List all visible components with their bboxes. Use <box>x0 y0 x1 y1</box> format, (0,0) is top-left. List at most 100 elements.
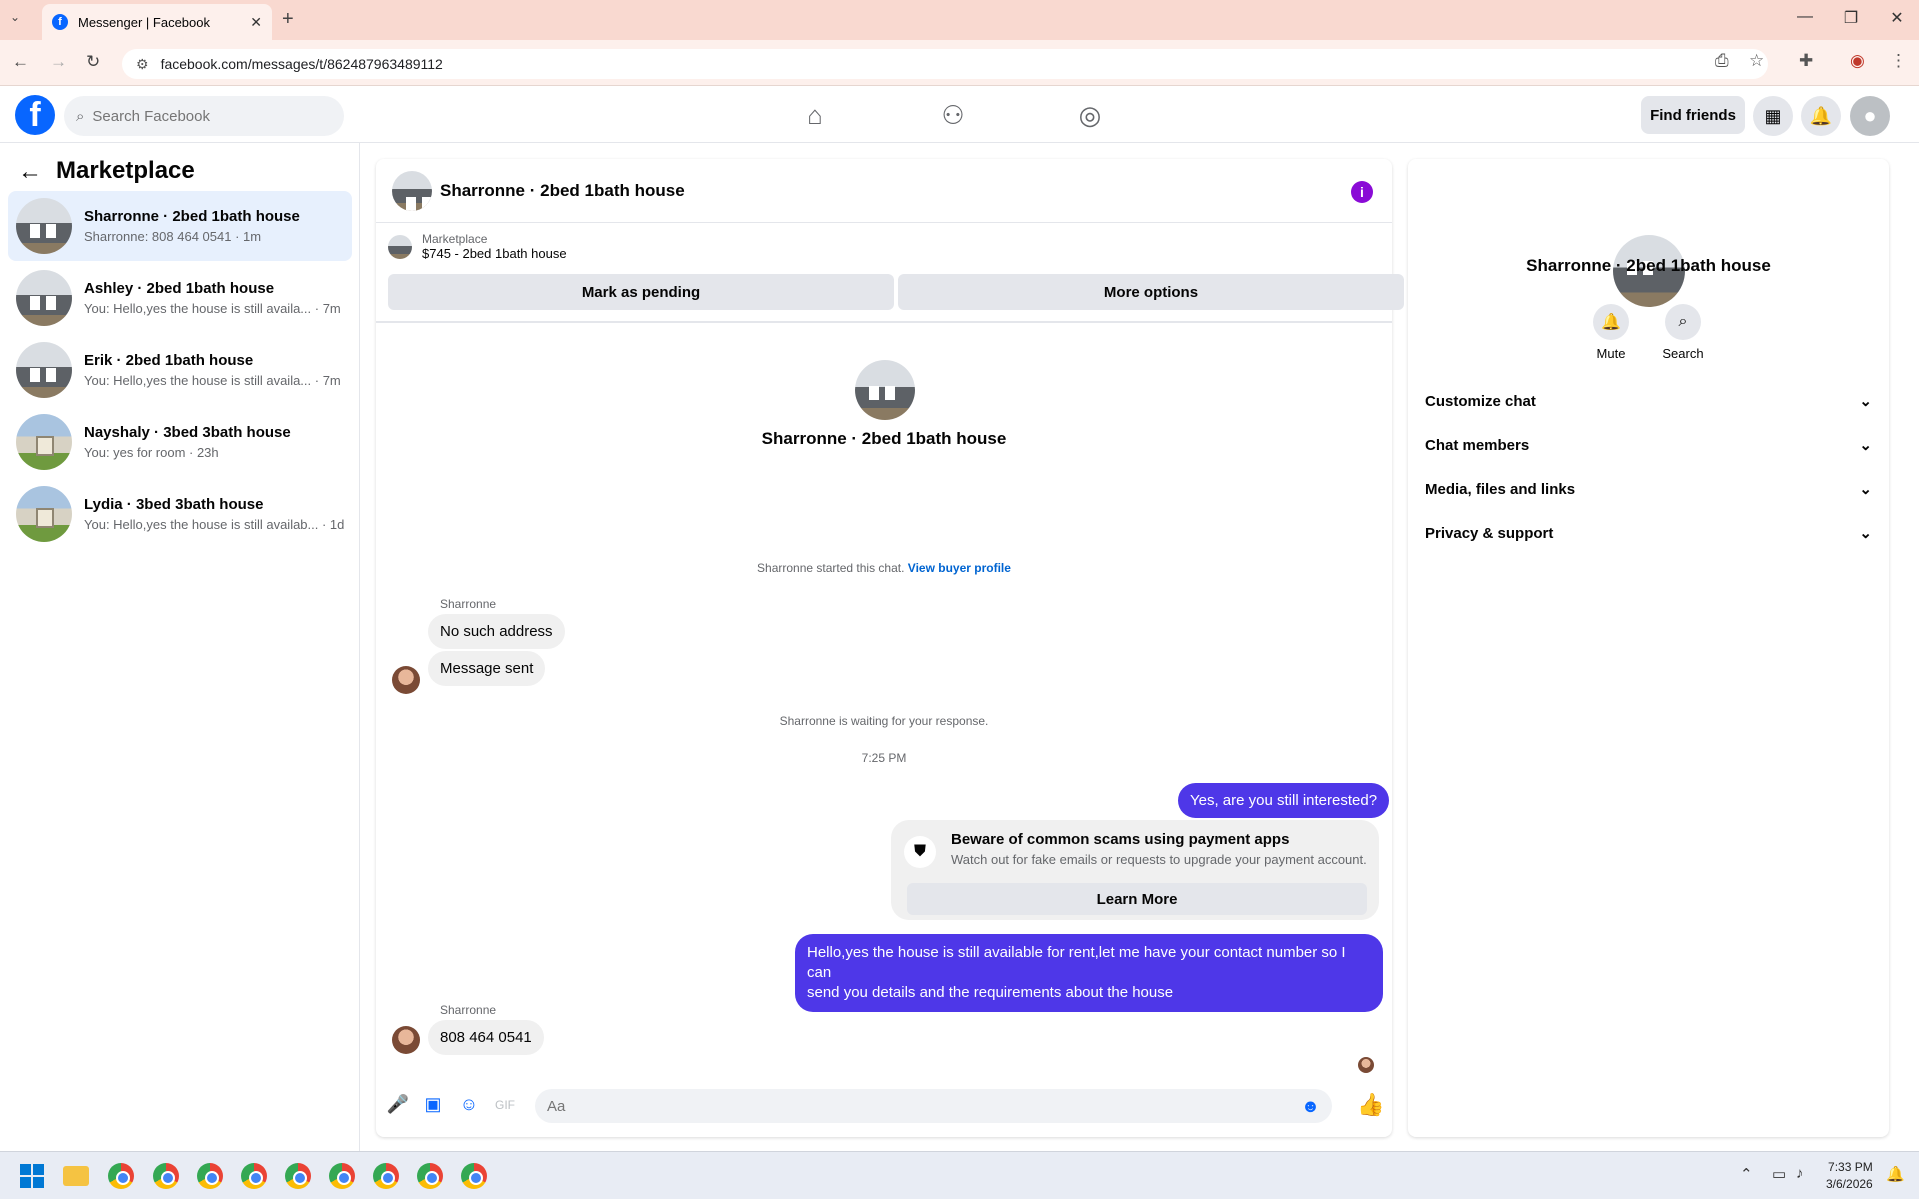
conversation-item[interactable]: Ashley · 2bed 1bath house You: Hello,yes … <box>8 263 352 333</box>
clock-time: 7:33 PM <box>1828 1160 1873 1174</box>
close-tab-icon[interactable]: ✕ <box>250 14 262 31</box>
listing-label: Marketplace <box>422 232 488 246</box>
conversation-item[interactable]: Lydia · 3bed 3bath house You: Hello,yes t… <box>8 479 352 549</box>
photo-icon[interactable]: ▣ <box>421 1094 445 1115</box>
media-files-links-section[interactable]: Media, files and links ⌄ <box>1412 469 1885 509</box>
conversation-item[interactable]: Nayshaly · 3bed 3bath house You: yes for … <box>8 407 352 477</box>
sender-name: Sharronne <box>440 597 497 611</box>
extensions-icon[interactable]: ✚ <box>1799 51 1813 71</box>
section-label: Chat members <box>1425 436 1530 454</box>
groups-icon[interactable]: ◎ <box>1070 100 1110 131</box>
chrome-icon[interactable] <box>373 1163 399 1189</box>
search-input[interactable] <box>92 107 313 125</box>
customize-chat-section[interactable]: Customize chat ⌄ <box>1412 381 1885 421</box>
message-input[interactable] <box>547 1097 1302 1115</box>
chat-thumbnail[interactable] <box>392 170 432 211</box>
install-app-icon[interactable]: ⎙ <box>1715 51 1729 71</box>
chrome-icon[interactable] <box>197 1163 223 1189</box>
chat-started-text: Sharronne started this chat. <box>757 561 905 575</box>
sender-avatar[interactable] <box>392 1026 420 1054</box>
file-explorer-icon[interactable] <box>63 1166 89 1186</box>
chevron-down-icon: ⌄ <box>1859 481 1872 498</box>
conversation-info-icon[interactable]: i <box>1351 181 1373 203</box>
restore-icon[interactable]: ❐ <box>1831 8 1871 28</box>
listing-summary[interactable]: Marketplace $745 - 2bed 1bath house <box>388 232 567 261</box>
tray-chevron-icon[interactable]: ⌃ <box>1740 1165 1753 1183</box>
tab-list-chevron-icon[interactable]: ⌄ <box>10 10 20 24</box>
section-label: Customize chat <box>1425 392 1536 410</box>
chrome-icon[interactable] <box>461 1163 487 1189</box>
browser-tab-messenger[interactable]: f Messenger | Facebook ✕ <box>42 4 272 40</box>
chat-title[interactable]: Sharronne · 2bed 1bath house <box>440 181 685 201</box>
incoming-message[interactable]: No such address <box>428 614 565 649</box>
shield-icon: ⛊ <box>904 836 936 868</box>
facebook-logo-icon[interactable]: f <box>15 95 55 135</box>
facebook-search[interactable]: ⌕ <box>64 96 344 136</box>
minimize-icon[interactable]: — <box>1785 8 1825 26</box>
chrome-icon[interactable] <box>417 1163 443 1189</box>
gif-icon[interactable]: GIF <box>493 1098 517 1112</box>
account-avatar[interactable]: ● <box>1850 96 1890 136</box>
friends-icon[interactable]: ⚇ <box>933 100 973 131</box>
notification-bell-icon[interactable]: 🔔 <box>1886 1165 1905 1183</box>
sender-avatar[interactable] <box>392 666 420 694</box>
chrome-icon[interactable] <box>241 1163 267 1189</box>
browser-menu-icon[interactable]: ⋮ <box>1890 51 1907 71</box>
chrome-icon[interactable] <box>285 1163 311 1189</box>
chrome-icon[interactable] <box>108 1163 134 1189</box>
find-friends-button[interactable]: Find friends <box>1641 96 1745 134</box>
chevron-down-icon: ⌄ <box>1859 437 1872 454</box>
incoming-message[interactable]: 808 464 0541 <box>428 1020 544 1055</box>
chrome-icon[interactable] <box>329 1163 355 1189</box>
tab-title: Messenger | Facebook <box>78 14 210 30</box>
search-icon: ⌕ <box>1665 304 1701 340</box>
volume-icon[interactable]: ♪ <box>1796 1165 1804 1182</box>
mute-action[interactable]: 🔔 Mute <box>1571 304 1651 361</box>
privacy-support-section[interactable]: Privacy & support ⌄ <box>1412 513 1885 553</box>
profile-icon[interactable]: ◉ <box>1850 51 1865 71</box>
chevron-down-icon: ⌄ <box>1859 393 1872 410</box>
back-arrow-icon[interactable]: ← <box>18 158 42 186</box>
clock-date: 3/6/2026 <box>1826 1177 1873 1191</box>
new-tab-plus-icon[interactable]: + <box>282 8 294 31</box>
close-window-icon[interactable]: ✕ <box>1877 8 1917 28</box>
emoji-icon[interactable]: ☻ <box>1301 1096 1320 1117</box>
microphone-icon[interactable]: 🎤 <box>386 1094 410 1115</box>
outgoing-message[interactable]: Hello,yes the house is still available f… <box>795 934 1383 1012</box>
learn-more-button[interactable]: Learn More <box>907 883 1367 915</box>
conversation-name: Sharronne · 2bed 1bath house <box>84 208 300 225</box>
chrome-icon[interactable] <box>153 1163 179 1189</box>
mark-as-pending-button[interactable]: Mark as pending <box>388 274 894 310</box>
section-label: Privacy & support <box>1425 524 1554 542</box>
notifications-bell-icon[interactable]: 🔔 <box>1801 96 1841 136</box>
taskbar-clock[interactable]: 7:33 PM 3/6/2026 <box>1826 1159 1873 1193</box>
thumbs-up-icon[interactable]: 👍 <box>1357 1092 1384 1118</box>
chat-header: Sharronne · 2bed 1bath house <box>376 159 1392 223</box>
menu-grid-icon[interactable]: ▦ <box>1753 96 1793 136</box>
search-label: Search <box>1662 346 1704 361</box>
conversation-name: Ashley · 2bed 1bath house <box>84 280 275 297</box>
conversation-name: Lydia · 3bed 3bath house <box>84 496 264 513</box>
outgoing-message[interactable]: Yes, are you still interested? <box>1178 783 1390 818</box>
network-icon[interactable]: ▭ <box>1772 1165 1786 1183</box>
sticker-icon[interactable]: ☺ <box>457 1094 481 1115</box>
chat-members-section[interactable]: Chat members ⌄ <box>1412 425 1885 465</box>
conversation-item[interactable]: Erik · 2bed 1bath house You: Hello,yes th… <box>8 335 352 405</box>
search-action[interactable]: ⌕ Search <box>1643 304 1723 361</box>
more-options-button[interactable]: More options <box>898 274 1404 310</box>
warning-subtitle: Watch out for fake emails or requests to… <box>951 852 1367 867</box>
back-icon[interactable]: ← <box>12 52 29 72</box>
address-bar[interactable]: ⚙ facebook.com/messages/t/86248796348911… <box>122 49 1768 79</box>
timestamp: 7:25 PM <box>861 751 907 765</box>
conversation-item[interactable]: Sharronne · 2bed 1bath house Sharronne: 8… <box>8 191 352 261</box>
bookmark-star-icon[interactable]: ☆ <box>1749 51 1764 71</box>
view-buyer-profile-link[interactable]: View buyer profile <box>908 561 1011 575</box>
forward-icon[interactable]: → <box>50 52 67 72</box>
home-icon[interactable]: ⌂ <box>795 100 835 131</box>
chat-intro-name: Sharronne · 2bed 1bath house <box>761 429 1007 448</box>
incoming-message[interactable]: Message sent <box>428 651 546 686</box>
reload-icon[interactable]: ↻ <box>86 52 100 72</box>
site-info-icon[interactable]: ⚙ <box>136 56 149 73</box>
message-composer[interactable]: ☻ <box>535 1089 1332 1123</box>
windows-start-icon[interactable] <box>20 1164 44 1188</box>
